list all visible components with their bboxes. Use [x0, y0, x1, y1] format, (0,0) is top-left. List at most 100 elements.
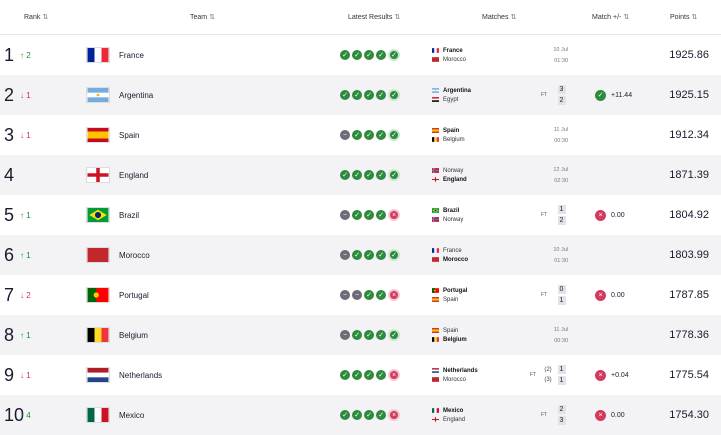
check-icon[interactable]: ✓ — [376, 370, 386, 380]
table-row[interactable]: 8 ↑ 1 Belgium − ✓ ✓ ✓ ✓ Spain Belgium 11 Jul 00:… — [0, 315, 721, 355]
points-header[interactable]: Points ⇅ — [670, 13, 697, 22]
team-name[interactable]: Mexico — [119, 395, 144, 435]
table-header: Rank ⇅ Team ⇅ Latest Results ⇅ Matches ⇅ Mat… — [0, 0, 721, 35]
match-plus-minus-header[interactable]: Match +/- ⇅ — [592, 13, 629, 22]
check-icon[interactable]: ✓ — [364, 90, 374, 100]
check-icon[interactable]: ✓ — [340, 90, 350, 100]
check-icon[interactable]: ✓ — [364, 370, 374, 380]
matches-header-label: Matches — [482, 13, 509, 21]
table-row[interactable]: 4 England ✓ ✓ ✓ ✓ ✓ Norway England 12 Jul 02:30… — [0, 155, 721, 195]
table-row[interactable]: 6 ↑ 1 Morocco − ✓ ✓ ✓ ✓ France Morocco 10 Jul 01… — [0, 235, 721, 275]
team-name[interactable]: Argentina — [119, 75, 153, 115]
check-icon[interactable]: ✓ — [376, 290, 386, 300]
match-plus-minus: × +0.04 — [595, 355, 629, 395]
match-plus-minus-value: +0.04 — [611, 371, 629, 379]
check-icon[interactable]: ✓ — [364, 210, 374, 220]
match-plus-minus: × 0.00 — [595, 275, 625, 315]
check-icon[interactable]: ✓ — [364, 130, 374, 140]
check-icon[interactable]: ✓ — [388, 249, 400, 261]
match-team-name: Argentina — [443, 87, 472, 94]
score-away: 3 — [557, 416, 566, 425]
check-icon[interactable]: ✓ — [352, 210, 362, 220]
table-row[interactable]: 7 ↓ 2 Portugal − − ✓ ✓ × Portugal Spain FT 0 1 × 0.… — [0, 275, 721, 315]
minus-icon[interactable]: − — [352, 290, 362, 300]
match-home-team: Norway — [432, 168, 463, 174]
check-icon[interactable]: ✓ — [340, 50, 350, 60]
team-name[interactable]: Netherlands — [119, 355, 162, 395]
cross-icon[interactable]: × — [388, 209, 400, 221]
check-icon[interactable]: ✓ — [376, 50, 386, 60]
points-value: 1925.86 — [669, 49, 709, 61]
match-datetime: 11 Jul 00:30 — [546, 315, 568, 355]
check-icon[interactable]: ✓ — [352, 410, 362, 420]
check-icon[interactable]: ✓ — [340, 410, 350, 420]
team-name[interactable]: Belgium — [119, 315, 148, 355]
check-icon[interactable]: ✓ — [364, 290, 374, 300]
check-icon[interactable]: ✓ — [376, 210, 386, 220]
check-icon[interactable]: ✓ — [364, 410, 374, 420]
check-icon[interactable]: ✓ — [376, 330, 386, 340]
match-team-name: Netherlands — [443, 367, 478, 374]
cross-icon[interactable]: × — [388, 289, 400, 301]
team-name[interactable]: England — [119, 155, 148, 195]
minus-icon[interactable]: − — [340, 210, 350, 220]
check-icon[interactable]: ✓ — [388, 89, 400, 101]
team-name[interactable]: Spain — [119, 115, 139, 155]
match-plus-minus-value: 0.00 — [611, 411, 625, 419]
minus-icon[interactable]: − — [340, 130, 350, 140]
minus-icon[interactable]: − — [340, 250, 350, 260]
team-name[interactable]: France — [119, 35, 144, 75]
check-icon[interactable]: ✓ — [352, 90, 362, 100]
check-icon[interactable]: ✓ — [388, 129, 400, 141]
table-row[interactable]: 1 ↑ 2 France ✓ ✓ ✓ ✓ ✓ France Morocco 10 Jul 01:… — [0, 35, 721, 75]
team-flag — [86, 327, 110, 343]
minus-icon[interactable]: − — [340, 290, 350, 300]
check-icon[interactable]: ✓ — [352, 330, 362, 340]
match-plus-minus: × 0.00 — [595, 195, 625, 235]
score-home: 3 — [557, 85, 566, 94]
table-row[interactable]: 5 ↑ 1 Brazil − ✓ ✓ ✓ × Brazil Norway FT 1 2 × 0.00 1… — [0, 195, 721, 235]
check-icon[interactable]: ✓ — [364, 50, 374, 60]
minus-icon[interactable]: − — [340, 330, 350, 340]
table-row[interactable]: 2 ↓ 1 Argentina ✓ ✓ ✓ ✓ ✓ Argentina Egypt FT 3 2 ✓… — [0, 75, 721, 115]
match-info[interactable]: Mexico England — [432, 395, 572, 435]
check-icon[interactable]: ✓ — [376, 170, 386, 180]
cross-icon[interactable]: × — [388, 369, 400, 381]
latest-results-header[interactable]: Latest Results ⇅ — [348, 13, 400, 22]
check-icon[interactable]: ✓ — [388, 49, 400, 61]
match-team-name: Belgium — [443, 336, 467, 343]
team-flag — [432, 377, 439, 382]
points-value: 1775.54 — [669, 369, 709, 381]
team-name[interactable]: Brazil — [119, 195, 139, 235]
check-icon[interactable]: ✓ — [388, 169, 400, 181]
rank-change-value: 1 — [26, 370, 31, 380]
check-icon[interactable]: ✓ — [340, 170, 350, 180]
check-icon[interactable]: ✓ — [376, 90, 386, 100]
check-icon[interactable]: ✓ — [352, 250, 362, 260]
table-row[interactable]: 3 ↓ 1 Spain − ✓ ✓ ✓ ✓ Spain Belgium 11 Jul 00:30… — [0, 115, 721, 155]
team-name[interactable]: Morocco — [119, 235, 150, 275]
check-icon[interactable]: ✓ — [376, 250, 386, 260]
check-icon[interactable]: ✓ — [376, 410, 386, 420]
match-info[interactable]: Portugal Spain — [432, 275, 572, 315]
rank-header[interactable]: Rank ⇅ — [24, 13, 48, 22]
check-icon[interactable]: ✓ — [352, 170, 362, 180]
table-row[interactable]: 9 ↓ 1 Netherlands ✓ ✓ ✓ ✓ × Netherlands Morocco… — [0, 355, 721, 395]
check-icon[interactable]: ✓ — [376, 130, 386, 140]
cross-icon[interactable]: × — [388, 409, 400, 421]
table-row[interactable]: 10 ↑ 4 Mexico ✓ ✓ ✓ ✓ × Mexico England FT 2 3 × 0.0… — [0, 395, 721, 435]
check-icon[interactable]: ✓ — [340, 370, 350, 380]
team-name[interactable]: Portugal — [119, 275, 149, 315]
check-icon[interactable]: ✓ — [352, 130, 362, 140]
check-icon[interactable]: ✓ — [352, 370, 362, 380]
team-header[interactable]: Team ⇅ — [190, 13, 215, 22]
match-datetime: 10 Jul 01:30 — [546, 35, 568, 75]
check-icon[interactable]: ✓ — [364, 330, 374, 340]
match-info[interactable]: Argentina Egypt — [432, 75, 572, 115]
matches-header[interactable]: Matches ⇅ — [482, 13, 516, 22]
check-icon[interactable]: ✓ — [364, 170, 374, 180]
match-info[interactable]: Brazil Norway — [432, 195, 572, 235]
check-icon[interactable]: ✓ — [364, 250, 374, 260]
check-icon[interactable]: ✓ — [352, 50, 362, 60]
check-icon[interactable]: ✓ — [388, 329, 400, 341]
